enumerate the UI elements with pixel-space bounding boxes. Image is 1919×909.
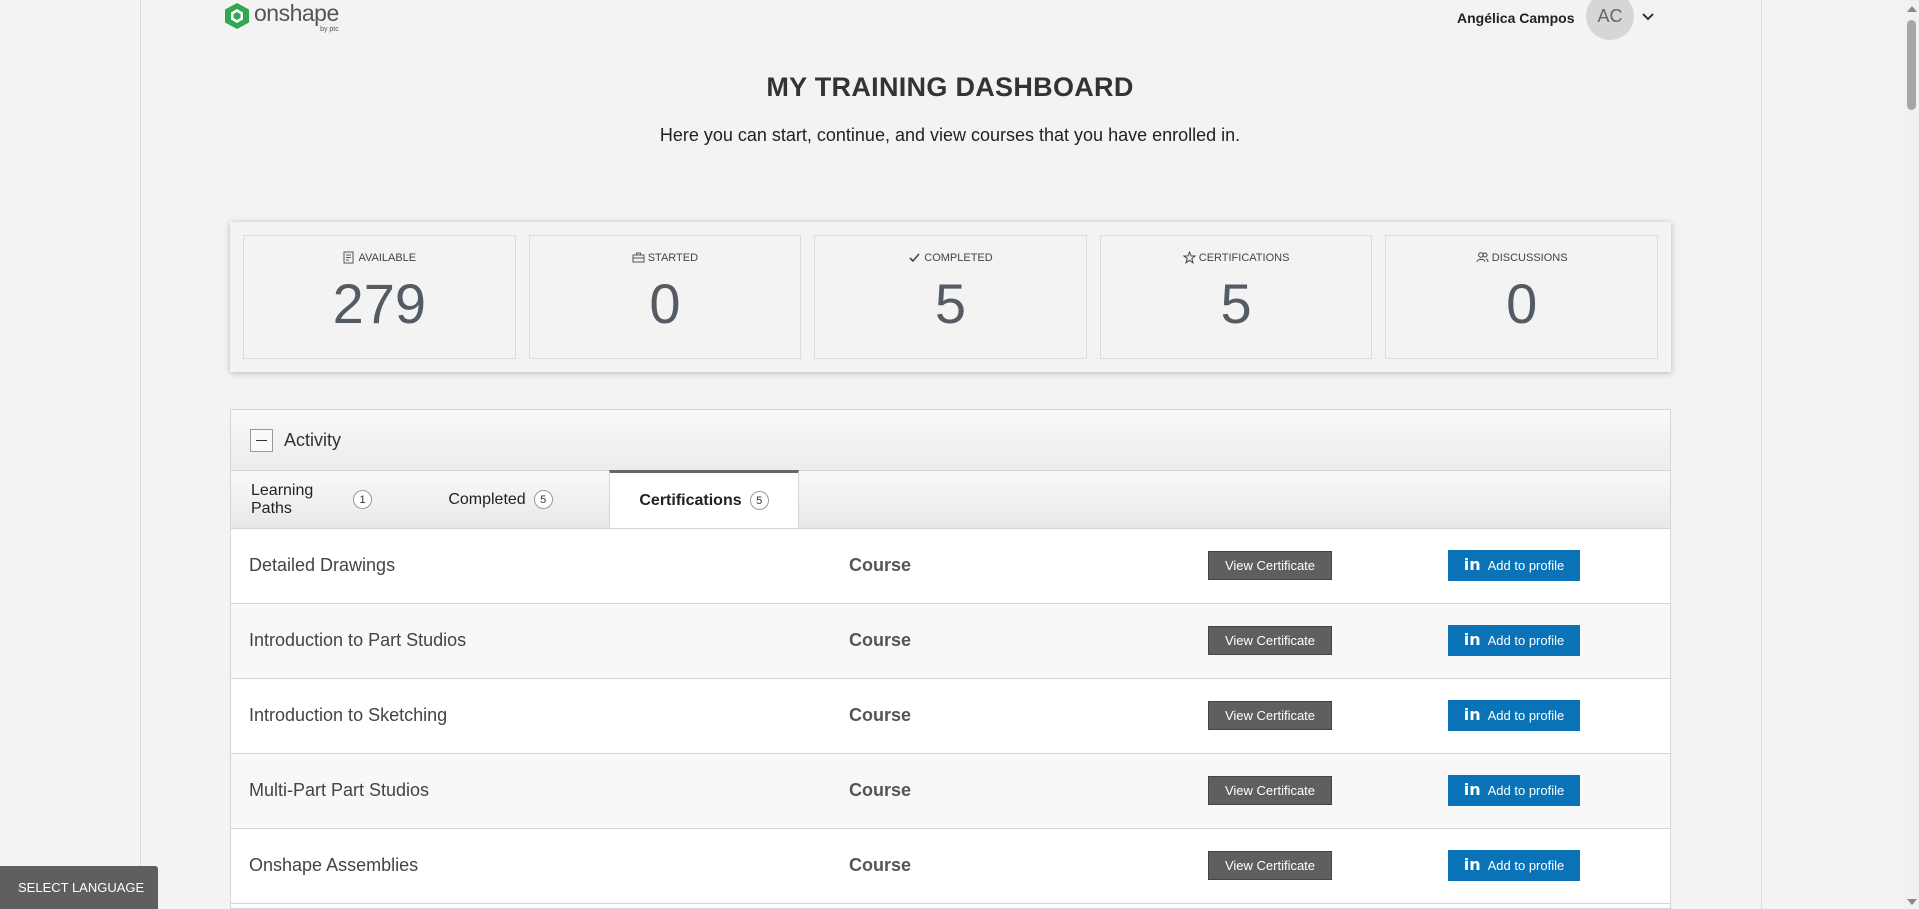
course-title[interactable]: Introduction to Sketching <box>249 705 447 726</box>
tab-completed[interactable]: Completed 5 <box>392 471 609 528</box>
button-label: Add to profile <box>1487 558 1565 573</box>
tab-label: Completed <box>448 490 526 508</box>
briefcase-icon <box>632 252 645 263</box>
button-label: Add to profile <box>1487 708 1565 723</box>
stat-value: 5 <box>1220 272 1252 335</box>
count-badge: 1 <box>353 490 372 509</box>
certifications-list: Detailed Drawings Course View Certificat… <box>231 529 1670 904</box>
page-subtitle: Here you can start, continue, and view c… <box>659 125 1241 145</box>
view-certificate-button[interactable]: View Certificate <box>1208 701 1332 730</box>
stat-label: AVAILABLE <box>358 251 417 264</box>
add-to-profile-button[interactable]: in Add to profile <box>1448 700 1580 731</box>
tab-label: Certifications <box>639 491 742 509</box>
add-to-profile-button[interactable]: in Add to profile <box>1448 550 1580 581</box>
stat-label: CERTIFICATIONS <box>1198 251 1290 264</box>
select-language-button[interactable]: SELECT LANGUAGE <box>0 866 158 909</box>
course-title[interactable]: Detailed Drawings <box>249 555 395 576</box>
linkedin-icon: in <box>1463 779 1481 799</box>
activity-header: Activity <box>231 410 1670 471</box>
course-type: Course <box>849 555 912 575</box>
course-title[interactable]: Onshape Assemblies <box>249 855 418 876</box>
button-label: Add to profile <box>1487 858 1565 873</box>
activity-tabs: Learning Paths 1 Completed 5 Certificati… <box>231 470 1670 529</box>
view-certificate-button[interactable]: View Certificate <box>1208 551 1332 580</box>
linkedin-icon: in <box>1463 629 1481 649</box>
list-item: Onshape Assemblies Course View Certifica… <box>231 829 1670 904</box>
collapse-button[interactable] <box>250 428 273 452</box>
list-item: Introduction to Sketching Course View Ce… <box>231 679 1670 754</box>
scroll-down-arrow-icon[interactable] <box>1907 899 1917 905</box>
onshape-logo[interactable]: onshape by ptc <box>224 2 339 33</box>
catalog-icon <box>343 251 354 264</box>
chevron-down-icon[interactable] <box>1641 10 1655 24</box>
activity-panel: Activity Learning Paths 1 Completed 5 Ce… <box>230 409 1671 909</box>
add-to-profile-button[interactable]: in Add to profile <box>1448 850 1580 881</box>
scrollbar[interactable] <box>1904 0 1919 909</box>
stat-started[interactable]: STARTED 0 <box>528 235 802 359</box>
course-type: Course <box>849 780 912 800</box>
scroll-up-arrow-icon[interactable] <box>1907 6 1917 12</box>
logo-byline: by ptc <box>320 26 339 33</box>
people-icon <box>1476 252 1489 263</box>
user-name[interactable]: Angélica Campos <box>1457 10 1574 26</box>
stats-panel: AVAILABLE 279 STARTED 0 COMPLETED 5 CERT… <box>230 222 1671 372</box>
star-icon <box>1182 251 1196 264</box>
list-item: Multi-Part Part Studios Course View Cert… <box>231 754 1670 829</box>
scroll-thumb[interactable] <box>1907 20 1916 110</box>
stat-value: 0 <box>649 272 681 335</box>
tab-label: Learning Paths <box>251 481 314 517</box>
button-label: Add to profile <box>1487 633 1565 648</box>
stat-discussions[interactable]: DISCUSSIONS 0 <box>1385 235 1658 359</box>
tab-learning-paths[interactable]: Learning Paths 1 <box>231 471 392 528</box>
check-icon <box>909 253 920 263</box>
view-certificate-button[interactable]: View Certificate <box>1208 776 1332 805</box>
course-title[interactable]: Multi-Part Part Studios <box>249 780 429 801</box>
course-type: Course <box>849 705 912 725</box>
stat-certifications[interactable]: CERTIFICATIONS 5 <box>1099 235 1373 359</box>
linkedin-icon: in <box>1463 854 1481 874</box>
add-to-profile-button[interactable]: in Add to profile <box>1448 625 1580 656</box>
stat-value: 279 <box>332 272 427 335</box>
stat-available[interactable]: AVAILABLE 279 <box>243 235 516 359</box>
stat-value: 0 <box>1506 272 1538 335</box>
stat-label: DISCUSSIONS <box>1491 251 1568 264</box>
list-item: Detailed Drawings Course View Certificat… <box>231 529 1670 604</box>
stat-completed[interactable]: COMPLETED 5 <box>814 235 1087 359</box>
stat-label: COMPLETED <box>924 251 993 264</box>
page-title: MY TRAINING DASHBOARD <box>766 72 1134 102</box>
stat-label: STARTED <box>647 251 699 264</box>
count-badge: 5 <box>749 491 769 510</box>
logo-wordmark: onshape <box>254 0 339 26</box>
list-item: Introduction to Part Studios Course View… <box>231 604 1670 679</box>
course-type: Course <box>849 630 912 650</box>
onshape-logo-icon <box>224 2 250 30</box>
count-badge: 5 <box>533 490 553 509</box>
stat-value: 5 <box>934 272 967 335</box>
minus-icon <box>256 439 267 441</box>
view-certificate-button[interactable]: View Certificate <box>1208 851 1332 880</box>
activity-title: Activity <box>284 429 342 450</box>
course-type: Course <box>849 855 912 875</box>
linkedin-icon: in <box>1463 704 1481 724</box>
add-to-profile-button[interactable]: in Add to profile <box>1448 775 1580 806</box>
tab-certifications[interactable]: Certifications 5 <box>609 470 799 528</box>
view-certificate-button[interactable]: View Certificate <box>1208 626 1332 655</box>
button-label: Add to profile <box>1487 783 1565 798</box>
course-title[interactable]: Introduction to Part Studios <box>249 630 466 651</box>
linkedin-icon: in <box>1463 554 1481 574</box>
